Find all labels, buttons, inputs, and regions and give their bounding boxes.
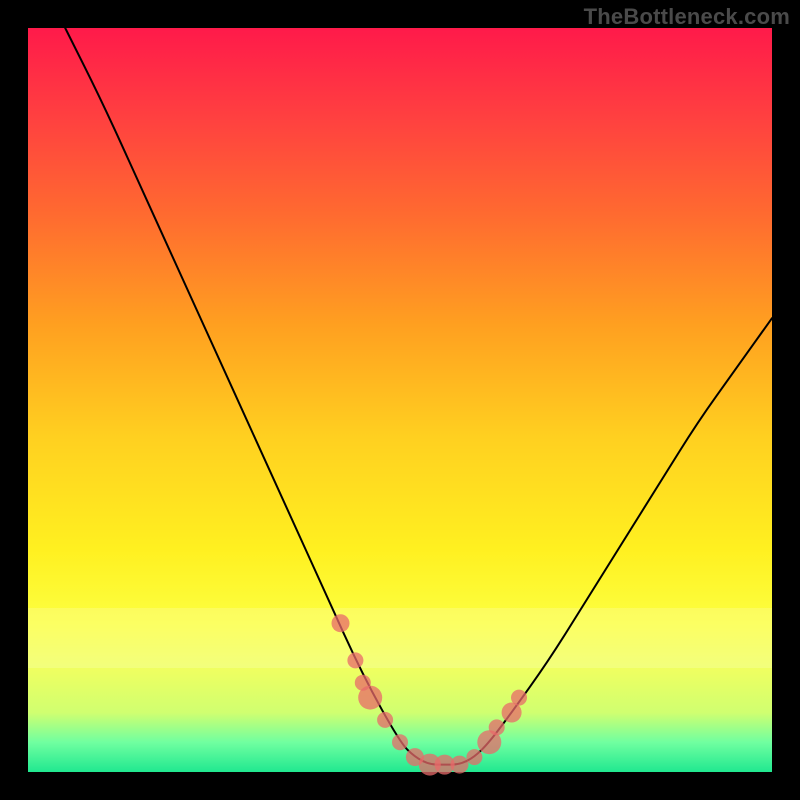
marker-dot xyxy=(466,749,482,765)
marker-dot xyxy=(489,719,505,735)
marker-dot xyxy=(511,690,527,706)
marker-dot xyxy=(377,712,393,728)
marker-dot xyxy=(358,686,382,710)
watermark-text: TheBottleneck.com xyxy=(584,4,790,30)
bottleneck-curve xyxy=(65,28,772,765)
chart-frame: TheBottleneck.com xyxy=(0,0,800,800)
marker-dot xyxy=(332,614,350,632)
chart-overlay xyxy=(28,28,772,772)
marker-group xyxy=(332,614,528,775)
marker-dot xyxy=(347,652,363,668)
marker-dot xyxy=(392,734,408,750)
marker-dot xyxy=(451,756,469,774)
plot-area xyxy=(28,28,772,772)
